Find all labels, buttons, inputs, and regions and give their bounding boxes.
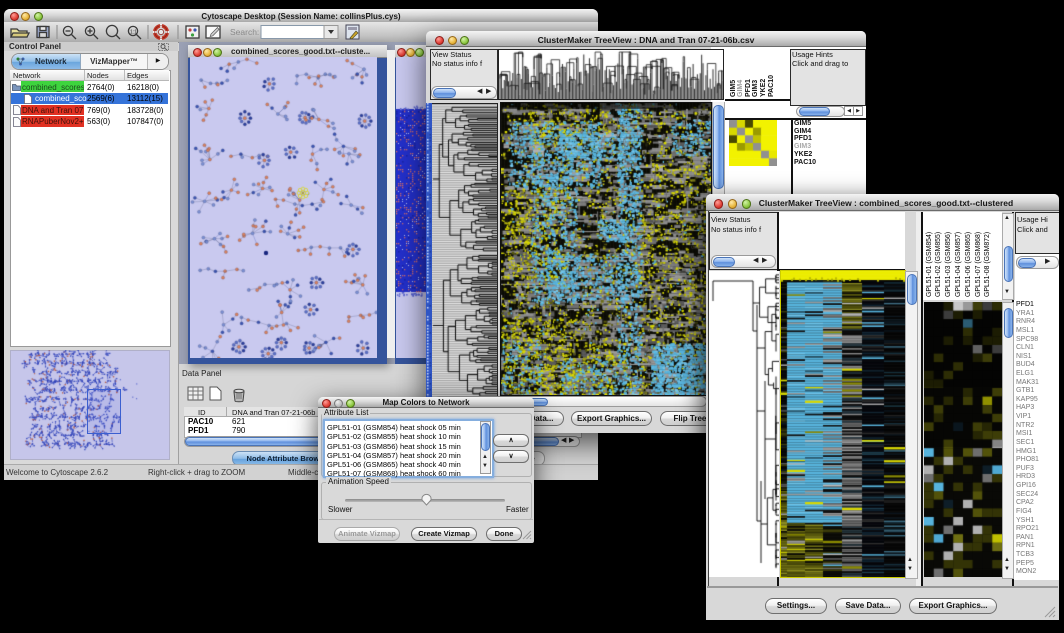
svg-text:Search:: Search: bbox=[230, 27, 259, 37]
svg-text:1:1: 1:1 bbox=[130, 30, 137, 36]
